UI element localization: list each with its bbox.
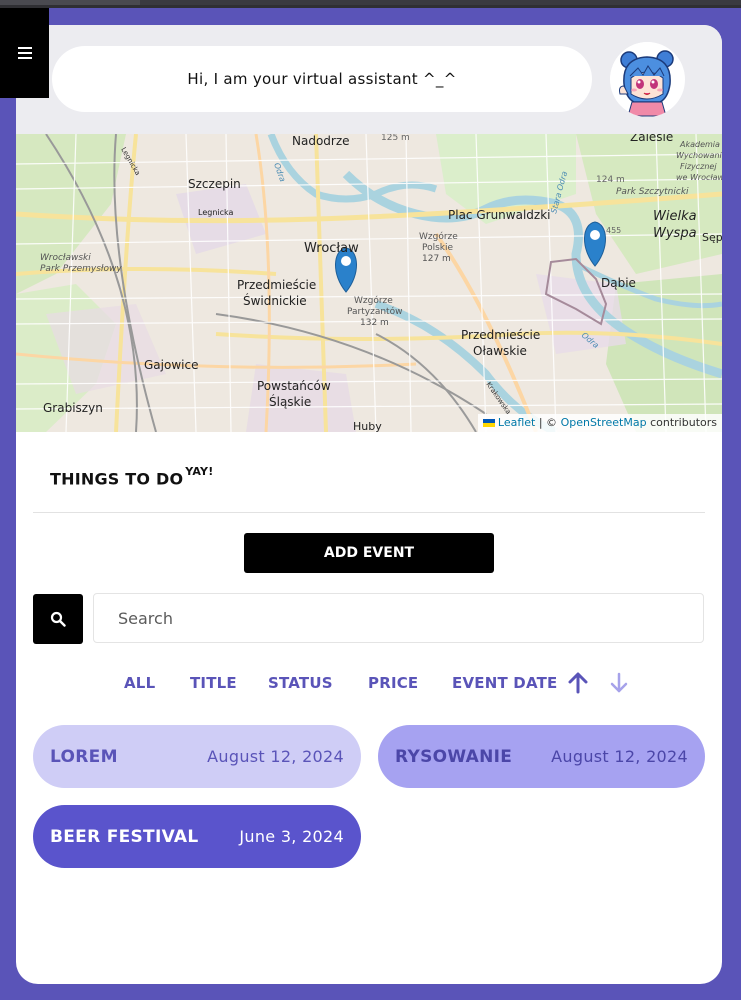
map-label: Przedmieście <box>461 328 540 342</box>
map-label: Wrocław <box>304 241 359 256</box>
assistant-message: Hi, I am your virtual assistant ^_^ <box>187 70 457 88</box>
map-label: Polskie <box>422 243 454 253</box>
event-card[interactable]: BEER FESTIVAL June 3, 2024 <box>33 805 361 868</box>
map-label: Powstańców <box>257 379 331 393</box>
map-label: Fizycznej <box>680 162 717 171</box>
map-label: Legnicka <box>198 208 234 217</box>
top-strip-segment <box>0 0 140 5</box>
map-label: Przedmieście <box>237 278 316 292</box>
browser-top-strip <box>0 0 741 8</box>
map-label: Śląskie <box>269 394 311 409</box>
map-label: Plac Grunwaldzki <box>448 208 550 222</box>
openstreetmap-link[interactable]: OpenStreetMap <box>561 416 647 429</box>
event-date: June 3, 2024 <box>239 827 344 846</box>
search-icon <box>50 611 66 627</box>
map-label: we Wrocławiu <box>676 173 722 182</box>
search-button[interactable] <box>33 594 83 644</box>
event-date: August 12, 2024 <box>551 747 688 766</box>
map-label: Nadodrze <box>292 134 350 148</box>
map-label: 124 m <box>596 175 625 185</box>
map-label: 455 <box>606 226 621 235</box>
map-label: Wyspa <box>653 226 697 241</box>
leaflet-link[interactable]: Leaflet <box>498 416 535 429</box>
top-strip-segment <box>140 0 741 5</box>
filter-bar: ALL TITLE STATUS PRICE EVENT DATE <box>16 671 722 697</box>
attribution-contributors: contributors <box>650 416 717 429</box>
map-label: Zalesie <box>630 134 673 144</box>
section-title: THINGS TO DO YAY! <box>50 465 214 489</box>
assistant-speech-bubble: Hi, I am your virtual assistant ^_^ <box>52 46 592 112</box>
section-title-text: THINGS TO DO <box>50 469 184 489</box>
map-attribution: Leaflet | © OpenStreetMap contributors <box>477 414 722 432</box>
main-card: Hi, I am your virtual assistant ^_^ Nado… <box>16 25 722 984</box>
event-title: BEER FESTIVAL <box>50 826 199 847</box>
hamburger-icon <box>17 47 32 59</box>
map-label: Wielka <box>653 209 697 224</box>
map-label: 132 m <box>360 318 389 328</box>
filter-title[interactable]: TITLE <box>190 674 237 692</box>
map-label: Świdnickie <box>243 293 307 308</box>
section-title-superscript: YAY! <box>185 465 214 478</box>
filter-event-date[interactable]: EVENT DATE <box>452 674 557 692</box>
map-label: Park Przemysłowy <box>40 264 122 274</box>
map-label: Wzgórze <box>419 231 458 242</box>
attribution-separator: | © <box>538 416 558 429</box>
filter-price[interactable]: PRICE <box>368 674 418 692</box>
add-event-button[interactable]: ADD EVENT <box>244 533 494 573</box>
map-label: Akademia <box>679 140 720 149</box>
arrow-down-icon[interactable] <box>608 671 630 695</box>
map-label: Wychowania <box>676 151 722 160</box>
anime-girl-avatar-icon <box>610 42 684 117</box>
map-label: Sęp <box>702 231 722 244</box>
filter-status[interactable]: STATUS <box>268 674 333 692</box>
arrow-up-icon[interactable] <box>567 671 589 695</box>
map-label: Szczepin <box>188 177 241 191</box>
assistant-avatar[interactable] <box>610 42 685 117</box>
divider <box>33 512 705 513</box>
map-label: Oławskie <box>473 344 527 358</box>
event-card[interactable]: RYSOWANIE August 12, 2024 <box>378 725 705 788</box>
map-label: Gajowice <box>144 358 198 372</box>
event-title: RYSOWANIE <box>395 746 513 767</box>
event-card[interactable]: LOREM August 12, 2024 <box>33 725 361 788</box>
hamburger-menu-button[interactable] <box>0 8 49 98</box>
filter-all[interactable]: ALL <box>124 674 155 692</box>
map-label: Huby <box>353 420 382 432</box>
assistant-bar: Hi, I am your virtual assistant ^_^ <box>16 25 722 134</box>
map-label: 127 m <box>422 254 451 264</box>
map-tiles: Nadodrze Szczepin Legnicka Wrocław Plac … <box>16 134 722 432</box>
map-label: Grabiszyn <box>43 401 103 415</box>
map-label: Wzgórze <box>354 295 393 306</box>
event-date: August 12, 2024 <box>207 747 344 766</box>
map-label: Park Szczytnicki <box>616 187 689 197</box>
map[interactable]: Nadodrze Szczepin Legnicka Wrocław Plac … <box>16 134 722 432</box>
map-label: Dąbie <box>601 276 636 290</box>
map-label: 125 m <box>381 134 410 143</box>
map-label: Partyzantów <box>347 306 402 317</box>
search-input[interactable] <box>93 593 704 643</box>
map-label: Wrocławski <box>40 253 91 263</box>
ukraine-flag-icon <box>482 419 495 427</box>
event-title: LOREM <box>50 746 118 767</box>
